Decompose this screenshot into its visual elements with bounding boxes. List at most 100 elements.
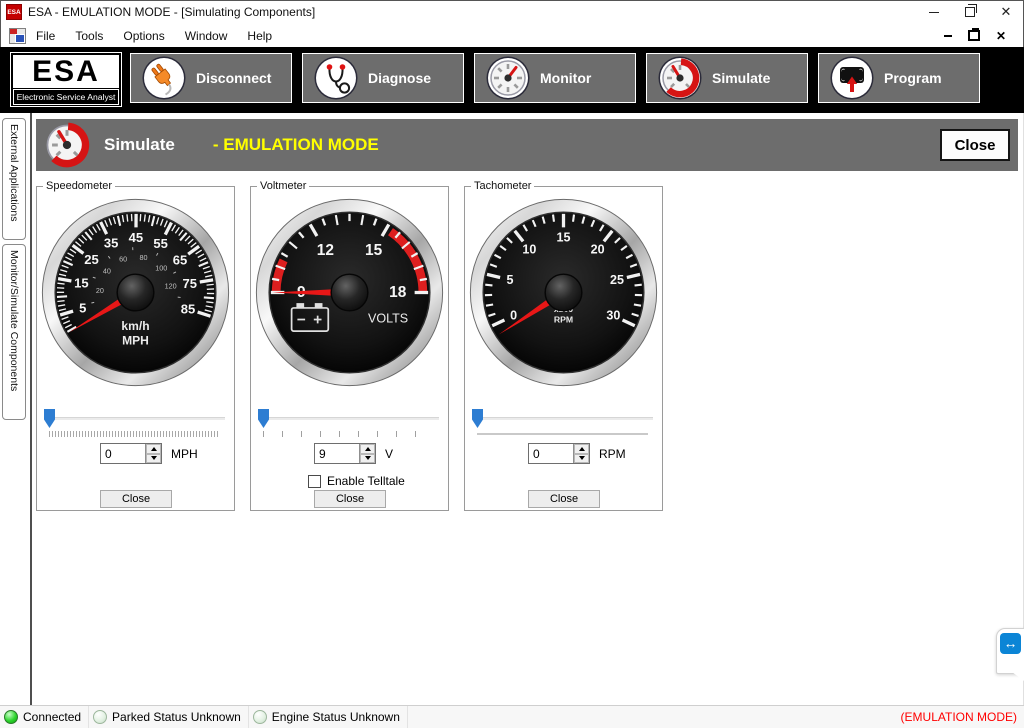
connected-led-icon [4,710,18,724]
menu-help[interactable]: Help [237,29,282,43]
speed-value-input[interactable]: 0 [100,443,162,464]
monitor-label: Monitor [540,70,591,86]
mdi-close-icon[interactable]: ✕ [996,30,1006,42]
menu-file[interactable]: File [26,29,65,43]
page-title: Simulate [104,135,175,155]
slider-track[interactable] [46,417,225,420]
speedometer-panel: Speedometer 5152535455565758520406080100… [36,186,235,511]
status-label: Parked Status Unknown [112,710,241,724]
minimize-button[interactable] [916,0,952,24]
spin-down-button[interactable] [360,454,375,464]
disconnect-label: Disconnect [196,70,271,86]
tachometer-gauge: 051015202530x100RPM [467,196,660,389]
parked-led-icon [93,710,107,724]
svg-text:12: 12 [317,242,334,259]
esa-logo: ESA Electronic Service Analyst [10,52,122,107]
restore-icon [965,7,975,17]
speedometer-gauge: 5152535455565758520406080100120km/hMPH [39,196,232,389]
speedometer-close-button[interactable]: Close [100,490,172,508]
rpm-value-input[interactable]: 0 [528,443,590,464]
svg-text:45: 45 [129,230,143,245]
spin-buttons [145,444,161,463]
slider-track[interactable] [474,417,653,420]
svg-text:65: 65 [173,253,187,268]
slider-track[interactable] [260,417,439,420]
svg-text:15: 15 [365,242,383,259]
voltmeter-slider[interactable] [258,409,441,429]
main-area: External Applications Monitor/Simulate C… [0,113,1024,706]
slider-thumb[interactable] [44,409,55,428]
spin-buttons [359,444,375,463]
simulate-header: Simulate - EMULATION MODE Close [36,119,1018,171]
volt-value-input[interactable]: 9 [314,443,376,464]
sidebar-tab-external-applications[interactable]: External Applications [2,118,26,240]
gauge-icon [488,58,528,98]
speedometer-slider[interactable] [44,409,227,429]
volt-value: 9 [315,444,359,463]
app-icon: ESA [6,4,22,20]
up-arrow-icon [579,447,585,451]
teamviewer-bubble[interactable]: ↔ [996,628,1024,674]
rpm-value: 0 [529,444,573,463]
disconnect-button[interactable]: Disconnect [130,53,292,103]
svg-text:5: 5 [506,273,513,287]
value-row: 0 MPH [37,443,234,465]
close-button[interactable]: ✕ [988,0,1024,24]
svg-text:40: 40 [103,267,111,276]
spin-up-button[interactable] [360,444,375,454]
engine-led-icon [253,710,267,724]
esa-logo-title: ESA [13,55,119,88]
svg-text:55: 55 [153,236,167,251]
simulate-button[interactable]: Simulate [646,53,808,103]
voltmeter-close-button[interactable]: Close [314,490,386,508]
emulation-mode-status: (EMULATION MODE) [901,710,1017,724]
unit-label: V [385,447,393,461]
window-controls: ✕ [916,0,1024,24]
menu-tools[interactable]: Tools [65,29,113,43]
spin-up-button[interactable] [574,444,589,454]
monitor-button[interactable]: Monitor [474,53,636,103]
enable-telltale-checkbox[interactable] [308,475,321,488]
mdi-minimize-icon[interactable] [944,35,952,37]
spin-down-button[interactable] [146,454,161,464]
panel-title: Speedometer [43,180,115,192]
spin-down-button[interactable] [574,454,589,464]
svg-text:20: 20 [96,286,104,295]
slider-thumb[interactable] [258,409,269,428]
svg-text:120: 120 [165,282,177,291]
header-close-button[interactable]: Close [940,129,1010,161]
mdi-child-icon [9,28,26,44]
tachometer-slider[interactable] [472,409,655,429]
voltmeter-gauge: 9121518VOLTS [253,196,446,389]
svg-text:15: 15 [557,230,571,244]
value-row: 9 V [251,443,448,465]
mdi-restore-icon[interactable] [968,30,980,41]
app-window: ESA ESA - EMULATION MODE - [Simulating C… [0,0,1024,728]
unit-label: MPH [171,447,198,461]
menu-options[interactable]: Options [113,29,174,43]
telltale-row: Enable Telltale [308,474,405,488]
restore-button[interactable] [952,0,988,24]
svg-text:85: 85 [181,302,195,317]
svg-text:km/h: km/h [121,319,149,333]
spin-up-button[interactable] [146,444,161,454]
svg-text:MPH: MPH [122,334,149,348]
speed-value: 0 [101,444,145,463]
program-button[interactable]: Program [818,53,980,103]
svg-text:30: 30 [606,309,620,323]
diagnose-label: Diagnose [368,70,431,86]
diagnose-button[interactable]: Diagnose [302,53,464,103]
status-label: Connected [23,710,81,724]
tachometer-close-button[interactable]: Close [528,490,600,508]
teamviewer-icon: ↔ [1000,633,1021,654]
unit-label: RPM [599,447,626,461]
down-arrow-icon [151,456,157,460]
sidebar-tab-monitor-simulate-components[interactable]: Monitor/Simulate Components [2,244,26,420]
status-parked: Parked Status Unknown [89,706,249,728]
program-label: Program [884,70,942,86]
menu-window[interactable]: Window [175,29,238,43]
svg-text:35: 35 [104,236,118,251]
slider-thumb[interactable] [472,409,483,428]
svg-text:RPM: RPM [554,314,573,324]
svg-text:100: 100 [155,263,167,272]
